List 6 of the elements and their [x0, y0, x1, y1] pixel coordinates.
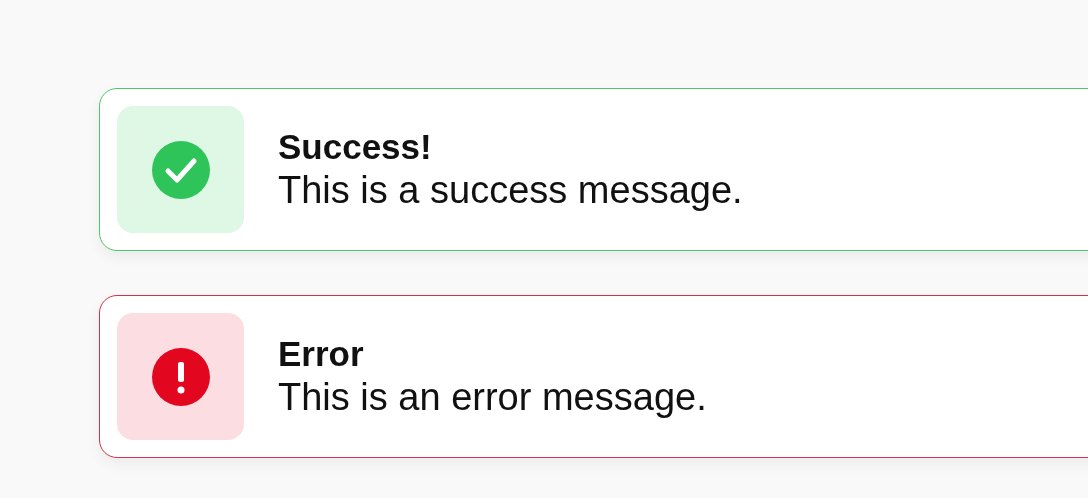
alert-title: Success! [278, 125, 433, 168]
alert-message: This is a success message. [278, 167, 743, 213]
alert-title: Error [278, 332, 365, 375]
exclamation-circle-icon [150, 346, 211, 407]
check-circle-icon [150, 139, 211, 200]
alert-message: This is an error message. [278, 374, 707, 420]
